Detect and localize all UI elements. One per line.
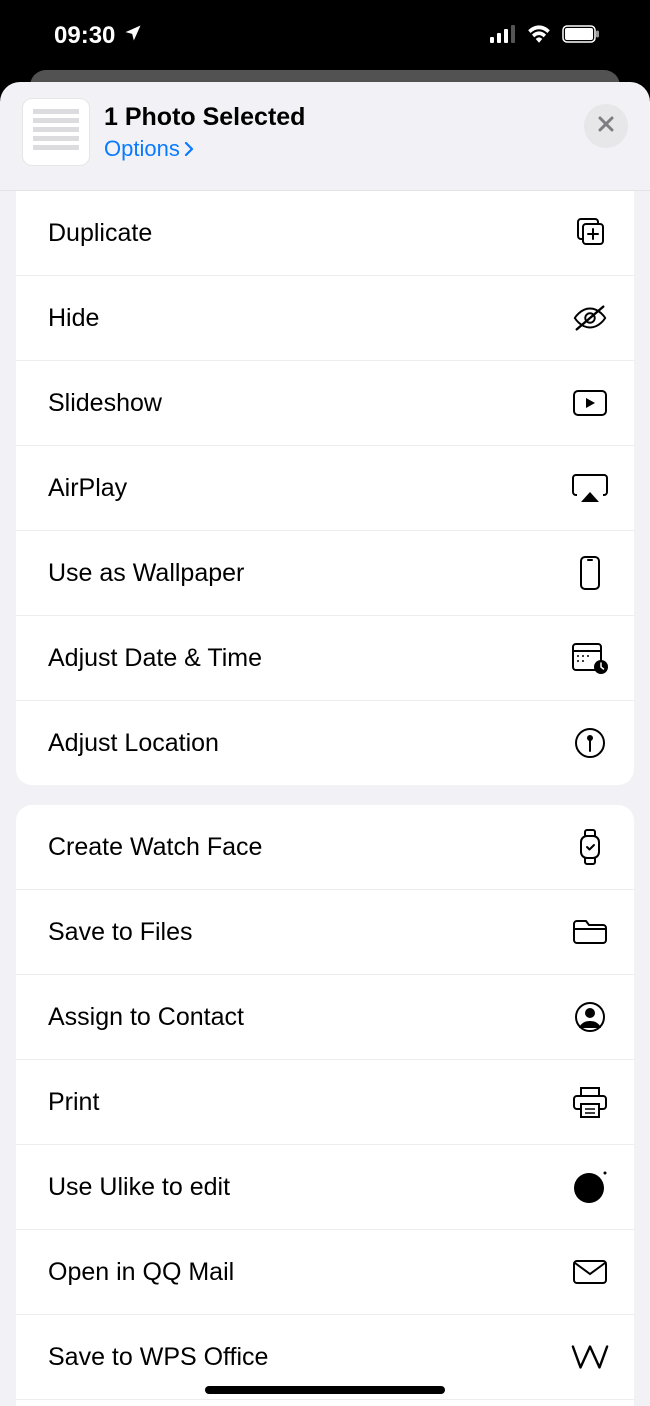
location-indicator-icon — [123, 22, 143, 50]
black-circle-icon — [571, 1168, 609, 1206]
hide-icon — [571, 299, 609, 337]
contact-icon — [571, 998, 609, 1036]
battery-icon — [562, 22, 600, 50]
envelope-icon — [571, 1253, 609, 1291]
options-label: Options — [104, 136, 180, 162]
row-duplicate[interactable]: Duplicate — [16, 191, 634, 275]
watch-icon — [571, 828, 609, 866]
row-label: Save to WPS Office — [48, 1343, 268, 1372]
cellular-signal-icon — [490, 22, 516, 50]
options-button[interactable]: Options — [104, 136, 305, 162]
row-hide[interactable]: Hide — [16, 275, 634, 360]
row-label: Use Ulike to edit — [48, 1173, 230, 1202]
sheet-title: 1 Photo Selected — [104, 103, 305, 132]
status-right — [490, 22, 600, 50]
airplay-icon — [571, 469, 609, 507]
phone-icon — [571, 554, 609, 592]
calendar-clock-icon — [571, 639, 609, 677]
row-label: Create Watch Face — [48, 833, 262, 862]
duplicate-icon — [571, 214, 609, 252]
action-group-2: Create Watch Face Save to Files Assign t… — [16, 805, 634, 1406]
row-wallpaper[interactable]: Use as Wallpaper — [16, 530, 634, 615]
row-ulike[interactable]: Use Ulike to edit — [16, 1144, 634, 1229]
status-bar: 09:30 — [0, 0, 650, 72]
wifi-icon — [526, 22, 552, 50]
folder-icon — [571, 913, 609, 951]
row-airplay[interactable]: AirPlay — [16, 445, 634, 530]
sheet-header: 1 Photo Selected Options — [0, 82, 650, 191]
row-label: AirPlay — [48, 474, 127, 503]
row-adjust-datetime[interactable]: Adjust Date & Time — [16, 615, 634, 700]
row-save-files[interactable]: Save to Files — [16, 889, 634, 974]
row-qq-mail[interactable]: Open in QQ Mail — [16, 1229, 634, 1314]
row-label: Slideshow — [48, 389, 162, 418]
wps-icon — [571, 1338, 609, 1376]
home-indicator[interactable] — [205, 1386, 445, 1394]
row-label: Hide — [48, 304, 99, 333]
row-label: Print — [48, 1088, 99, 1117]
location-pin-icon — [571, 724, 609, 762]
chevron-right-icon — [184, 136, 194, 162]
row-watch-face[interactable]: Create Watch Face — [16, 805, 634, 889]
share-sheet: 1 Photo Selected Options Duplicate — [0, 82, 650, 1406]
row-print[interactable]: Print — [16, 1059, 634, 1144]
status-time: 09:30 — [54, 22, 115, 50]
slideshow-icon — [571, 384, 609, 422]
row-label: Duplicate — [48, 219, 152, 248]
status-left: 09:30 — [54, 22, 143, 50]
close-button[interactable] — [584, 104, 628, 148]
printer-icon — [571, 1083, 609, 1121]
close-icon — [596, 114, 616, 139]
sheet-content: Duplicate Hide Slideshow AirPlay — [0, 191, 650, 1406]
photo-thumbnail[interactable] — [22, 98, 90, 166]
action-group-1: Duplicate Hide Slideshow AirPlay — [16, 191, 634, 785]
row-wps-extract[interactable]: WPS Extract Text — [16, 1399, 634, 1406]
row-slideshow[interactable]: Slideshow — [16, 360, 634, 445]
row-label: Use as Wallpaper — [48, 559, 244, 588]
row-label: Save to Files — [48, 918, 193, 947]
row-assign-contact[interactable]: Assign to Contact — [16, 974, 634, 1059]
row-label: Open in QQ Mail — [48, 1258, 234, 1287]
row-label: Adjust Location — [48, 729, 219, 758]
row-label: Assign to Contact — [48, 1003, 244, 1032]
row-adjust-location[interactable]: Adjust Location — [16, 700, 634, 785]
row-label: Adjust Date & Time — [48, 644, 262, 673]
